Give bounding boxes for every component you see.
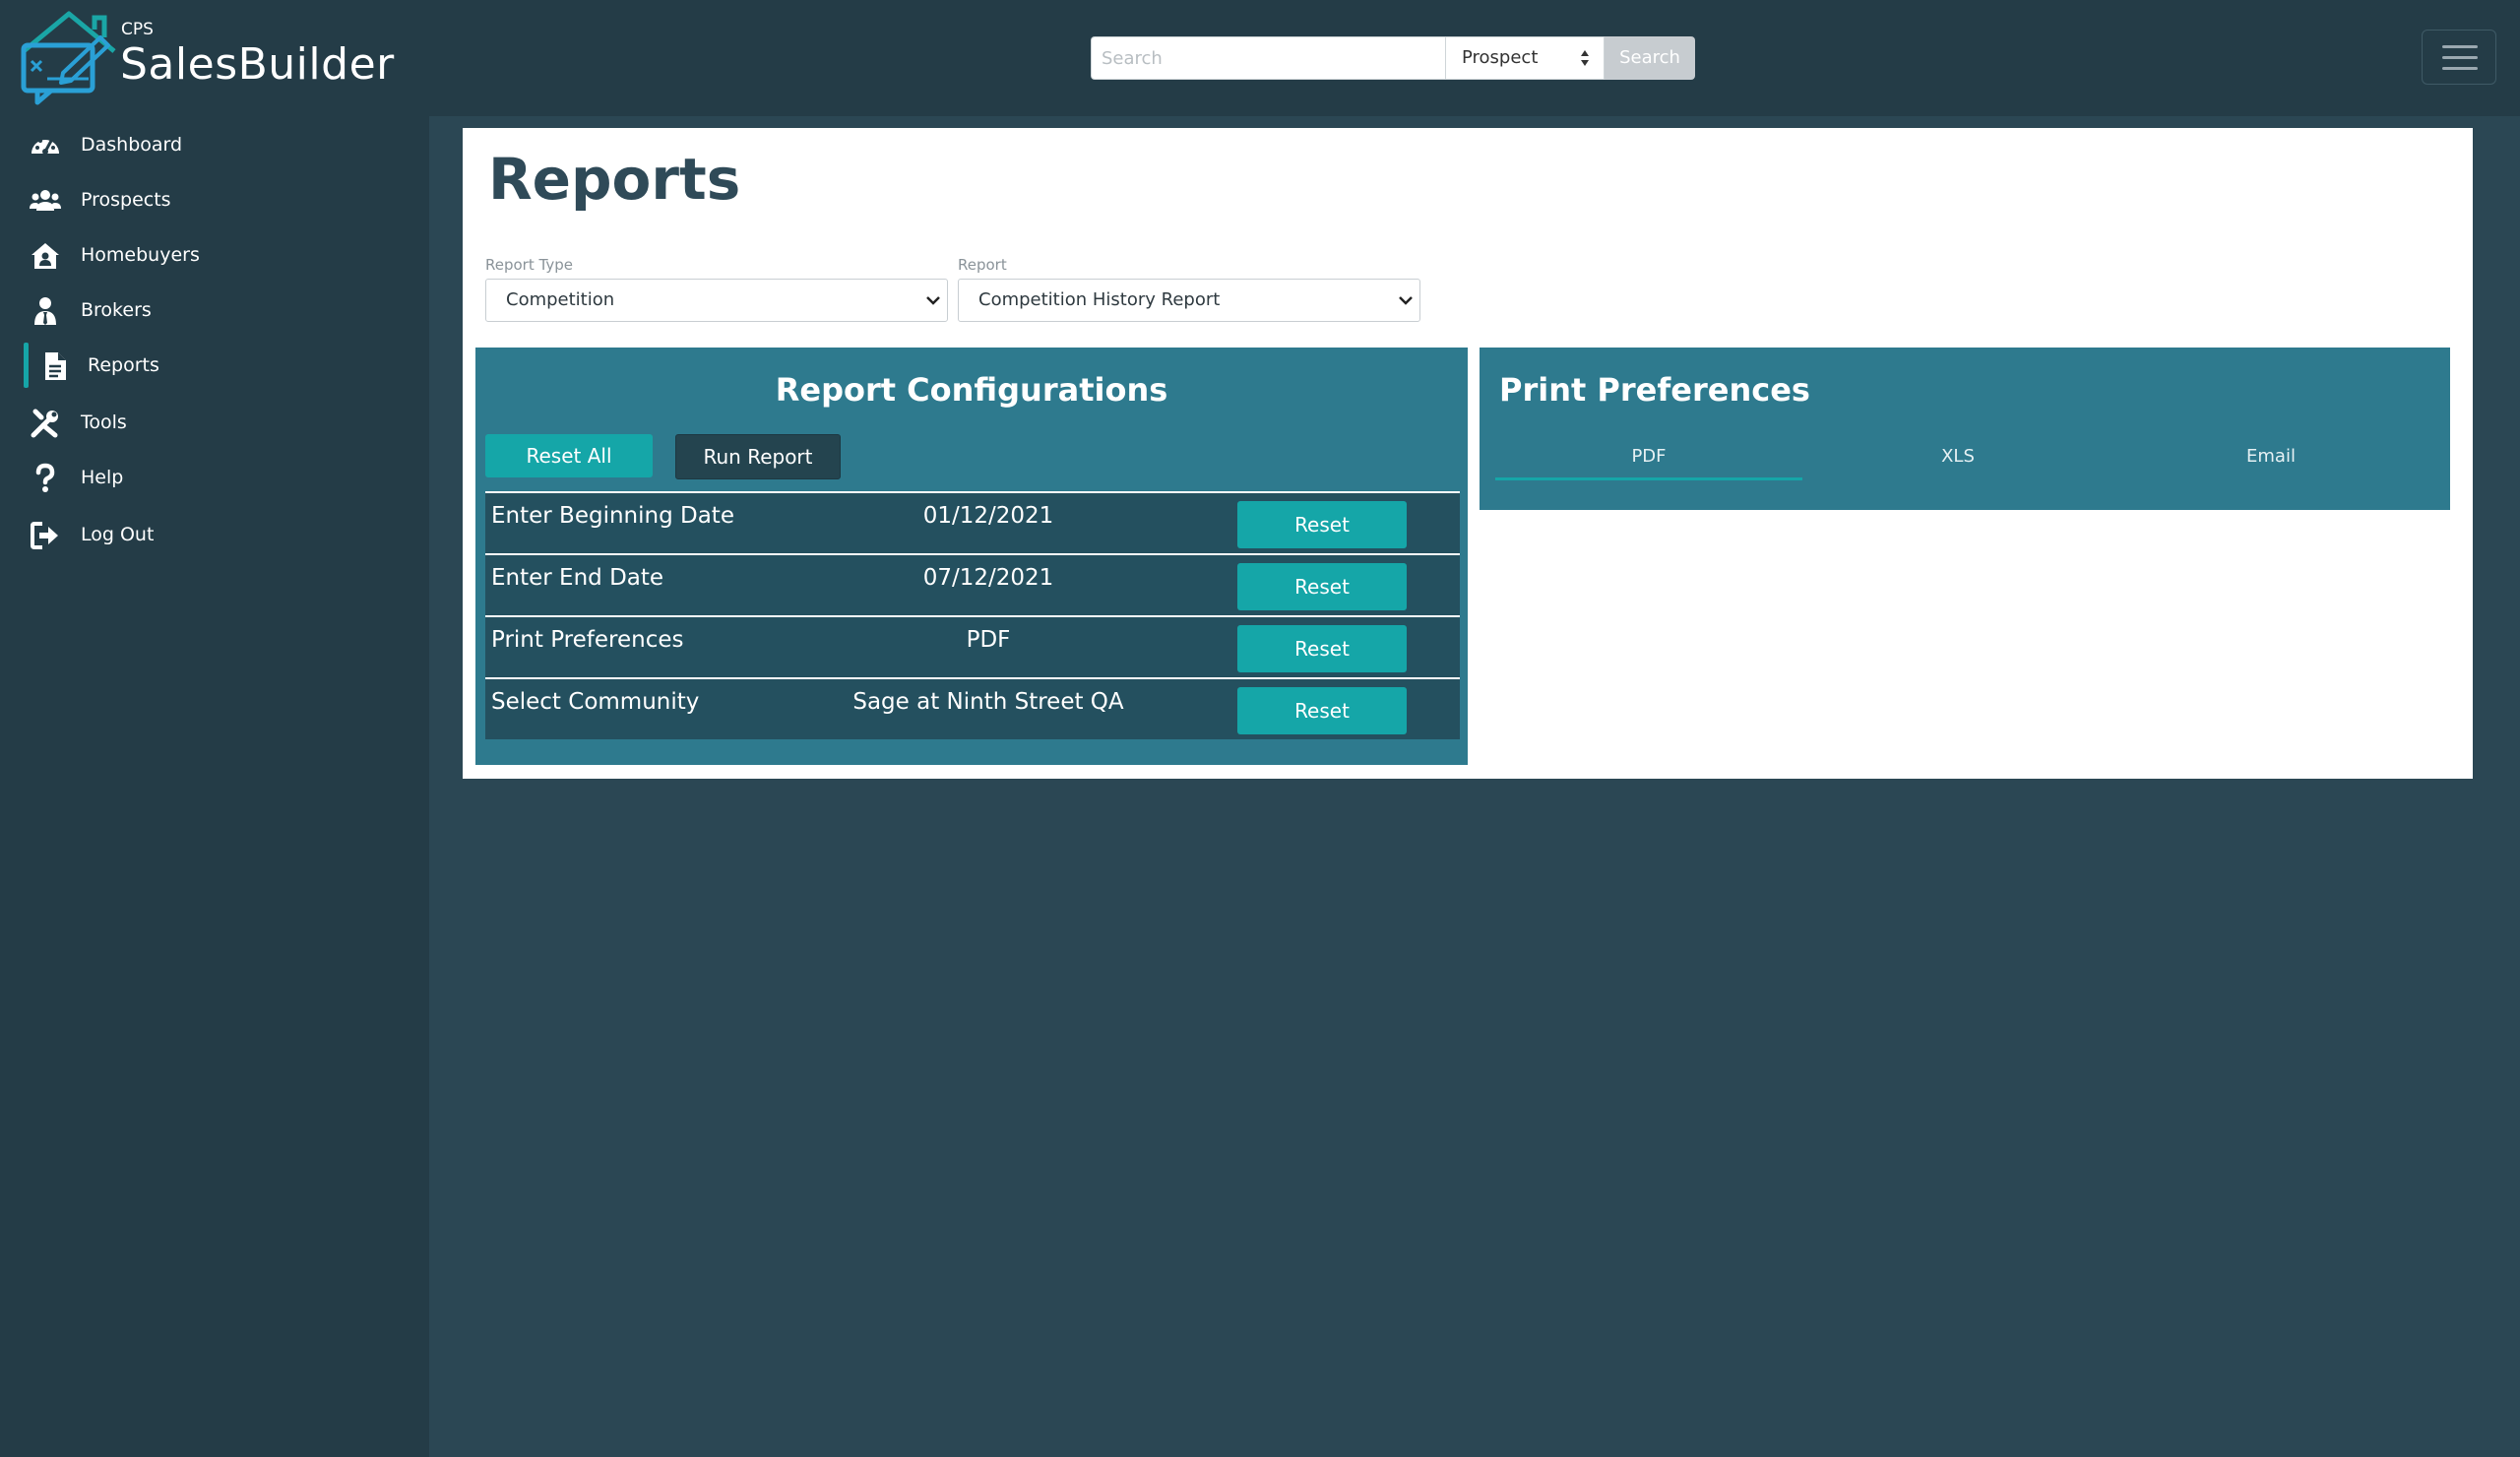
sidebar: Dashboard Prospects Homebuyers Brokers R… <box>0 116 429 1457</box>
dashboard-icon <box>32 139 59 155</box>
tab-pdf[interactable]: PDF <box>1495 446 1802 480</box>
hamburger-icon <box>2442 45 2478 48</box>
reset-all-button[interactable]: Reset All <box>485 434 653 477</box>
house-user-icon <box>32 243 59 269</box>
config-row-value: 01/12/2021 <box>922 503 1054 529</box>
config-row-name: Select Community <box>491 689 700 715</box>
sidebar-item-label: Brokers <box>81 299 152 321</box>
run-report-button[interactable]: Run Report <box>675 434 841 479</box>
brand-small: CPS <box>121 20 154 39</box>
config-row-name: Enter Beginning Date <box>491 503 734 529</box>
reset-end-date-button[interactable]: Reset <box>1237 563 1407 610</box>
logo[interactable]: CPS SalesBuilder <box>18 8 395 106</box>
user-tie-icon <box>34 297 56 325</box>
config-row-beginning-date: Enter Beginning Date 01/12/2021 Reset <box>485 491 1460 553</box>
search-button[interactable]: Search <box>1605 36 1695 80</box>
logo-house-icon <box>21 11 116 105</box>
reset-beginning-date-button[interactable]: Reset <box>1237 501 1407 548</box>
config-row-print-preferences: Print Preferences PDF Reset <box>485 615 1460 677</box>
config-row-value: PDF <box>966 627 1011 653</box>
brand-name: SalesBuilder <box>120 39 395 90</box>
report-select[interactable]: Competition History Report <box>958 279 1420 322</box>
tab-email[interactable]: Email <box>2117 446 2425 477</box>
config-row-value: Sage at Ninth Street QA <box>852 689 1124 715</box>
sidebar-item-label: Tools <box>81 412 127 433</box>
reset-print-preferences-button[interactable]: Reset <box>1237 625 1407 672</box>
page-title: Reports <box>488 146 741 213</box>
search-bar: Prospect Search <box>1091 36 1695 80</box>
tab-xls[interactable]: XLS <box>1804 446 2111 477</box>
config-row-name: Print Preferences <box>491 627 684 653</box>
report-label: Report <box>958 256 1007 274</box>
tools-icon <box>31 409 58 438</box>
sidebar-item-label: Log Out <box>81 524 155 545</box>
sidebar-item-tools[interactable]: Tools <box>0 398 429 449</box>
sidebar-item-prospects[interactable]: Prospects <box>0 175 429 226</box>
users-icon <box>30 190 61 211</box>
sidebar-item-label: Reports <box>88 354 159 376</box>
sidebar-item-label: Help <box>81 467 124 488</box>
config-row-select-community: Select Community Sage at Ninth Street QA… <box>485 677 1460 739</box>
menu-toggle-button[interactable] <box>2422 30 2496 85</box>
sidebar-item-log-out[interactable]: Log Out <box>0 510 429 561</box>
chevron-down-icon <box>1399 296 1413 305</box>
reports-card: Reports Report Type Competition Report C… <box>463 128 2473 779</box>
config-row-value: 07/12/2021 <box>922 565 1054 591</box>
report-type-label: Report Type <box>485 256 573 274</box>
sidebar-item-label: Prospects <box>81 189 171 211</box>
print-preferences-panel: Print Preferences PDF XLS Email <box>1480 348 2450 510</box>
sidebar-item-label: Homebuyers <box>81 244 200 266</box>
sidebar-item-dashboard[interactable]: Dashboard <box>0 120 429 171</box>
print-preferences-title: Print Preferences <box>1499 371 1810 409</box>
sidebar-item-reports[interactable]: Reports <box>0 341 429 392</box>
report-type-value: Competition <box>506 289 615 310</box>
search-type-select[interactable]: Prospect <box>1445 36 1605 80</box>
reset-select-community-button[interactable]: Reset <box>1237 687 1407 734</box>
file-icon <box>45 352 66 380</box>
top-bar: CPS SalesBuilder Prospect Search <box>0 0 2520 116</box>
sidebar-item-homebuyers[interactable]: Homebuyers <box>0 230 429 282</box>
report-configurations-panel: Report Configurations Reset All Run Repo… <box>475 348 1468 765</box>
report-type-select[interactable]: Competition <box>485 279 948 322</box>
search-input[interactable] <box>1091 36 1445 80</box>
config-row-name: Enter End Date <box>491 565 664 591</box>
select-arrows-icon <box>1581 50 1589 66</box>
report-value: Competition History Report <box>978 289 1221 310</box>
search-type-value: Prospect <box>1462 47 1539 68</box>
config-row-end-date: Enter End Date 07/12/2021 Reset <box>485 553 1460 615</box>
report-configurations-title: Report Configurations <box>775 371 1168 409</box>
chevron-down-icon <box>926 296 940 305</box>
active-indicator <box>24 343 29 388</box>
sidebar-item-brokers[interactable]: Brokers <box>0 285 429 337</box>
question-icon <box>35 463 55 492</box>
sidebar-item-label: Dashboard <box>81 134 183 156</box>
sign-out-icon <box>31 522 58 549</box>
sidebar-item-help[interactable]: Help <box>0 453 429 504</box>
